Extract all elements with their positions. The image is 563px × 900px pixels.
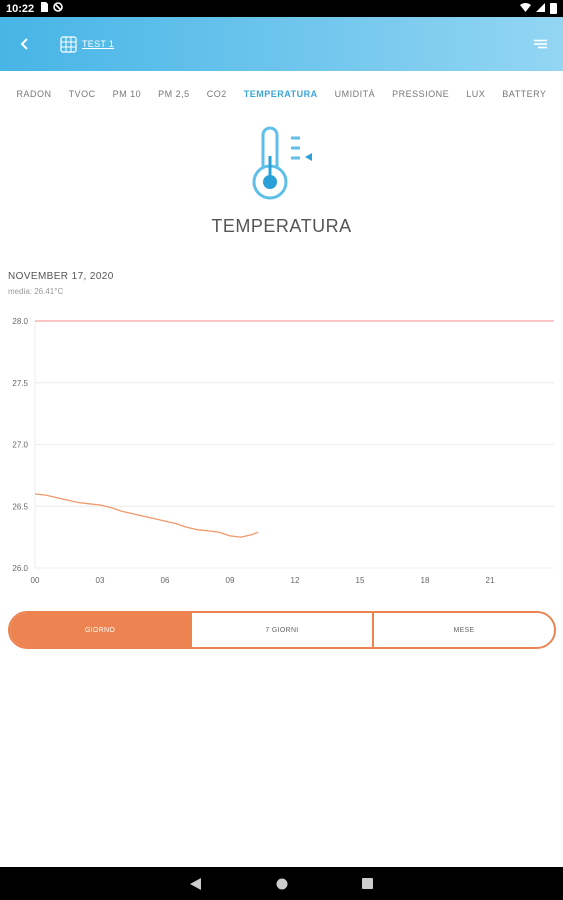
device-title[interactable]: TEST 1 — [82, 39, 114, 49]
y-tick-label: 26.5 — [12, 502, 28, 511]
back-arrow-icon — [20, 38, 28, 50]
tab-umidita[interactable]: UMIDITÀ — [335, 89, 376, 99]
menu-icon — [533, 39, 547, 49]
tab-tvoc[interactable]: TVOC — [69, 89, 96, 99]
sensor-title: TEMPERATURA — [211, 216, 352, 236]
temperature-chart: 26.0 26.5 27.0 27.5 28.0 00 03 06 09 12 15 18 21 — [12, 317, 554, 585]
tab-temperatura[interactable]: TEMPERATURA — [244, 89, 318, 99]
tab-lux[interactable]: LUX — [466, 89, 485, 99]
status-bar: 10:22 — [0, 0, 563, 17]
period-7-giorni-button[interactable]: 7 GIORNI — [190, 613, 372, 647]
y-tick-label: 26.0 — [12, 564, 28, 573]
x-tick-label: 12 — [291, 576, 300, 585]
status-time: 10:22 — [6, 2, 35, 15]
x-tick-label: 03 — [96, 576, 105, 585]
tab-battery[interactable]: BATTERY — [502, 89, 546, 99]
x-tick-label: 21 — [486, 576, 495, 585]
nav-home-button[interactable] — [274, 876, 290, 892]
x-tick-label: 18 — [421, 576, 430, 585]
x-tick-label: 00 — [31, 576, 40, 585]
menu-button[interactable] — [531, 35, 549, 53]
y-tick-label: 27.5 — [12, 379, 28, 388]
wifi-icon — [520, 2, 531, 15]
tab-pressione[interactable]: PRESSIONE — [392, 89, 449, 99]
x-tick-label: 15 — [356, 576, 365, 585]
x-tick-label: 06 — [161, 576, 170, 585]
nav-back-icon — [190, 877, 201, 890]
cell-signal-icon — [536, 2, 545, 15]
sensor-tabs: RADON TVOC PM 10 PM 2,5 CO2 TEMPERATURA … — [0, 71, 563, 117]
tab-co2[interactable]: CO2 — [207, 89, 227, 99]
average-label: media: 26.41°C — [8, 287, 64, 296]
nav-home-icon — [276, 878, 287, 889]
nav-back-button[interactable] — [188, 876, 204, 892]
thermometer-icon — [252, 126, 312, 200]
x-tick-label: 09 — [226, 576, 235, 585]
tab-pm10[interactable]: PM 10 — [113, 89, 142, 99]
app-bar: TEST 1 — [0, 17, 563, 71]
sim-card-icon — [40, 2, 49, 15]
date-label: NOVEMBER 17, 2020 — [8, 271, 114, 282]
y-tick-label: 28.0 — [12, 317, 28, 326]
y-tick-label: 27.0 — [12, 441, 28, 450]
back-button[interactable] — [16, 35, 34, 53]
system-nav-bar — [0, 867, 563, 900]
tab-pm25[interactable]: PM 2,5 — [158, 89, 190, 99]
status-right — [520, 2, 557, 15]
period-toggle: GIORNO 7 GIORNI MESE — [8, 611, 556, 649]
battery-icon — [550, 3, 557, 14]
no-sync-icon — [53, 2, 63, 15]
nav-recents-button[interactable] — [360, 876, 376, 892]
series-line — [34, 493, 259, 538]
tab-radon[interactable]: RADON — [17, 89, 52, 99]
period-mese-button[interactable]: MESE — [372, 613, 554, 647]
grid-device-icon — [60, 35, 77, 53]
period-giorno-button[interactable]: GIORNO — [10, 613, 190, 647]
nav-recents-icon — [362, 878, 373, 889]
